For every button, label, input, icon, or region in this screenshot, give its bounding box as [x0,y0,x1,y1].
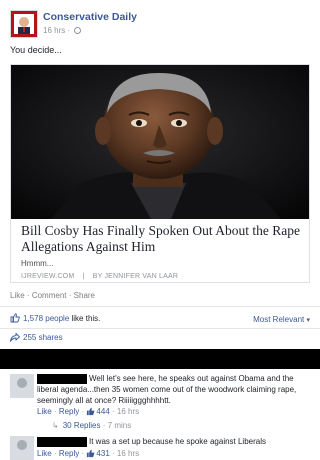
comment-time[interactable]: 16 hrs [117,449,139,458]
post-timestamp[interactable]: 16 hrs · [43,26,82,35]
source-separator: | [82,273,85,280]
likes-suffix: like this. [71,314,101,323]
comment-text: Well let's see here, he speaks out again… [37,373,312,406]
likes-count-link[interactable]: 1,578 people [23,314,69,323]
link-title[interactable]: Bill Cosby Has Finally Spoken Out About … [21,223,301,255]
action-separator: · [53,407,57,416]
comment: Well let's see here, he speaks out again… [0,372,320,432]
action-separator: · [81,407,85,416]
post-actions: Like · Comment · Share [10,291,95,300]
divider [0,328,320,329]
action-separator: · [26,291,30,300]
replies-count[interactable]: 30 Replies [63,421,101,430]
share-link[interactable]: Share [74,291,95,300]
link-description: Hmmm... [21,259,54,268]
comment-like-count[interactable]: 444 [96,407,109,416]
action-separator: · [112,407,115,416]
comment-link[interactable]: Comment [32,291,67,300]
sort-label[interactable]: Most Relevant [253,315,304,324]
thumbs-up-icon [10,313,20,325]
comment-text-line1: Well let's see here, he speaks out again… [89,374,294,383]
sort-dropdown[interactable]: Most Relevant ▾ [253,315,310,324]
action-separator: · [53,449,57,458]
avatar[interactable] [10,436,34,460]
link-preview-image[interactable] [11,65,309,219]
comment-text-rest: liberal agenda...then 35 women come out … [37,385,297,405]
comment: It was a set up because he spoke against… [0,436,320,460]
comment-like-link[interactable]: Like [37,407,52,416]
replies-time: 7 mins [107,421,132,430]
action-separator: · [102,421,106,430]
comment-time[interactable]: 16 hrs [117,407,139,416]
page-name-link[interactable]: Conservative Daily [43,11,137,23]
comment-actions: Like · Reply · 444 · 16 hrs [37,407,139,418]
redaction-bar [0,349,320,369]
comment-like-link[interactable]: Like [37,449,52,458]
globe-icon [74,27,82,34]
avatar[interactable] [10,374,34,398]
action-separator: · [81,449,85,458]
comment-actions: Like · Reply · 431 · 16 hrs [37,449,139,460]
link-preview-card[interactable]: Bill Cosby Has Finally Spoken Out About … [10,64,310,283]
post-text: You decide... [10,45,62,55]
shares-summary[interactable]: 255 shares [10,332,63,344]
comment-reply-link[interactable]: Reply [59,449,79,458]
link-author: BY JENNIFER VAN LAAR [92,273,179,280]
comment-text-line1: It was a set up because he spoke against… [89,437,266,446]
page-avatar-icon[interactable] [10,10,38,38]
link-source: IJREVIEW.COM | BY JENNIFER VAN LAAR [21,273,178,280]
comment-reply-link[interactable]: Reply [59,407,79,416]
action-separator: · [68,291,72,300]
meta-separator: · [67,26,71,35]
thumbs-up-icon [86,407,95,418]
chevron-down-icon: ▾ [306,317,310,324]
comment-like-count[interactable]: 431 [96,449,109,458]
divider [0,306,320,307]
view-replies-link[interactable]: ↳ 30 Replies · 7 mins [52,421,131,430]
post-header: Conservative Daily 16 hrs · You decide..… [0,0,320,62]
link-domain: IJREVIEW.COM [21,273,75,280]
thumbs-up-icon [86,449,95,460]
likes-summary: 1,578 people like this. [10,313,100,325]
shares-count[interactable]: 255 shares [23,333,63,342]
like-link[interactable]: Like [10,291,25,300]
post-time[interactable]: 16 hrs [43,26,65,35]
comment-text: It was a set up because he spoke against… [37,436,312,447]
action-separator: · [112,449,115,458]
share-icon [10,332,21,344]
reply-arrow-icon: ↳ [52,421,59,430]
